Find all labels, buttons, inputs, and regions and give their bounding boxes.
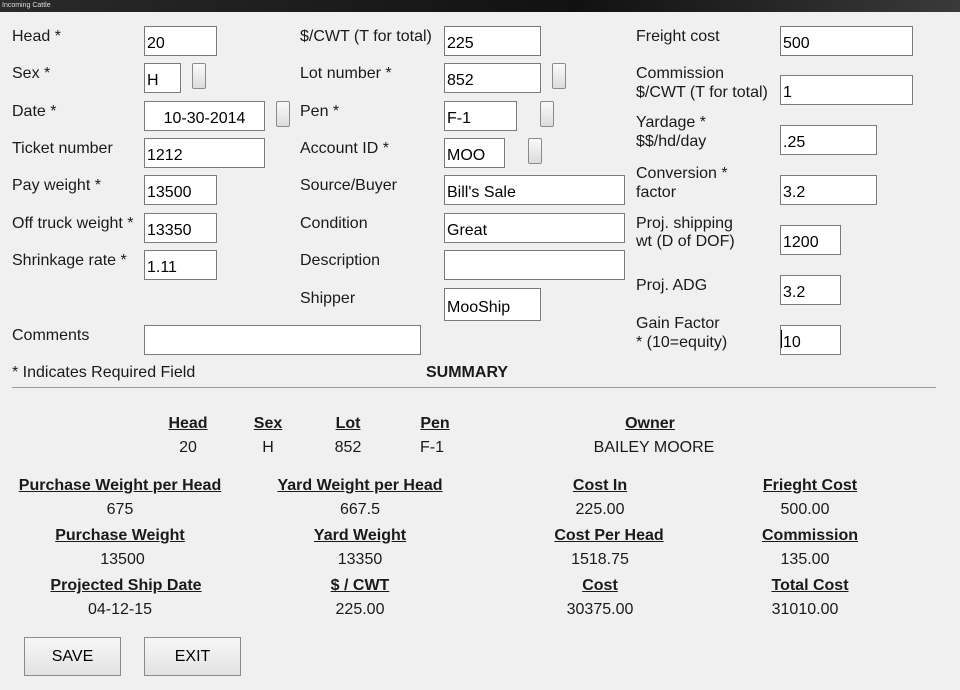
- yard-weight-value: 13350: [337, 551, 383, 568]
- conversion-factor-label-line2: factor: [636, 184, 677, 201]
- date-picker-button[interactable]: [276, 101, 290, 127]
- summary-lot-value: 852: [334, 439, 362, 456]
- date-input[interactable]: [144, 101, 265, 131]
- commission-input[interactable]: [780, 75, 913, 105]
- gain-factor-label-line1: Gain Factor: [636, 315, 720, 332]
- cost-header: Cost: [582, 577, 618, 594]
- head-label: Head *: [12, 28, 61, 45]
- conversion-factor-label-line1: Conversion *: [636, 165, 728, 182]
- summary-owner-header: Owner: [625, 415, 675, 432]
- total-cost-header: Total Cost: [771, 577, 849, 594]
- pen-label: Pen *: [300, 103, 340, 120]
- projected-ship-date-value: 04-12-15: [87, 601, 153, 618]
- proj-adg-label: Proj. ADG: [636, 277, 708, 294]
- summary-head-value: 20: [179, 439, 197, 456]
- cost-in-header: Cost In: [572, 477, 628, 494]
- head-input[interactable]: [144, 26, 217, 56]
- freight-cost-header: Frieght Cost: [762, 477, 858, 494]
- cwt-input[interactable]: [444, 26, 541, 56]
- lot-number-label: Lot number *: [300, 65, 392, 82]
- off-truck-weight-input[interactable]: [144, 213, 217, 243]
- shipper-input[interactable]: [444, 288, 541, 321]
- cwt-label: $/CWT (T for total): [300, 28, 432, 45]
- date-label: Date *: [12, 103, 57, 120]
- pen-input[interactable]: [444, 101, 517, 131]
- commission-value: 135.00: [780, 551, 830, 568]
- summary-sex-value: H: [262, 439, 274, 456]
- dollar-per-cwt-value: 225.00: [335, 601, 385, 618]
- sex-input[interactable]: [144, 63, 181, 93]
- off-truck-weight-label: Off truck weight *: [12, 215, 134, 232]
- commission-label-line2: $/CWT (T for total): [636, 84, 768, 101]
- ticket-number-label: Ticket number: [12, 140, 113, 157]
- total-cost-value: 31010.00: [771, 601, 839, 618]
- lot-number-dropdown-button[interactable]: [552, 63, 566, 89]
- gain-factor-label-line2: * (10=equity): [636, 334, 728, 351]
- comments-label: Comments: [12, 327, 90, 344]
- proj-adg-input[interactable]: [780, 275, 841, 305]
- commission-label-line1: Commission: [636, 65, 725, 82]
- required-field-note: * Indicates Required Field: [12, 364, 196, 381]
- conversion-factor-input[interactable]: [780, 175, 877, 205]
- sex-dropdown-button[interactable]: [192, 63, 206, 89]
- account-id-dropdown-button[interactable]: [528, 138, 542, 164]
- yardage-label-line1: Yardage *: [636, 114, 706, 131]
- freight-cost-input[interactable]: [780, 26, 913, 56]
- pen-dropdown-button[interactable]: [540, 101, 554, 127]
- shipper-label: Shipper: [300, 290, 356, 307]
- text-cursor: [781, 330, 782, 348]
- yardage-input[interactable]: [780, 125, 877, 155]
- shrinkage-rate-input[interactable]: [144, 250, 217, 280]
- purchase-weight-header: Purchase Weight: [55, 527, 185, 544]
- account-id-input[interactable]: [444, 138, 505, 168]
- summary-head-header: Head: [168, 415, 208, 432]
- pay-weight-input[interactable]: [144, 175, 217, 205]
- save-button[interactable]: SAVE: [24, 637, 121, 676]
- cost-per-head-value: 1518.75: [571, 551, 629, 568]
- account-id-label: Account ID *: [300, 140, 389, 157]
- cost-in-value: 225.00: [575, 501, 625, 518]
- gain-factor-input[interactable]: [780, 325, 841, 355]
- dollar-per-cwt-header: $ / CWT: [330, 577, 390, 594]
- yard-weight-header: Yard Weight: [313, 527, 407, 544]
- summary-lot-header: Lot: [335, 415, 361, 432]
- purchase-weight-per-head-header: Purchase Weight per Head: [18, 477, 222, 494]
- exit-button[interactable]: EXIT: [144, 637, 241, 676]
- freight-cost-value: 500.00: [780, 501, 830, 518]
- summary-owner-value: BAILEY MOORE: [593, 439, 715, 456]
- cost-value: 30375.00: [566, 601, 634, 618]
- comments-input[interactable]: [144, 325, 421, 355]
- summary-pen-value: F-1: [420, 439, 444, 456]
- proj-shipping-wt-label-line2: wt (D of DOF): [636, 233, 735, 250]
- description-label: Description: [300, 252, 381, 269]
- purchase-weight-per-head-value: 675: [106, 501, 134, 518]
- condition-input[interactable]: [444, 213, 625, 243]
- window-title: Incoming Cattle: [2, 2, 51, 9]
- window-titlebar: Incoming Cattle: [0, 0, 960, 12]
- projected-ship-date-header: Projected Ship Date: [50, 577, 202, 594]
- sex-label: Sex *: [12, 65, 51, 82]
- summary-sex-header: Sex: [253, 415, 283, 432]
- description-input[interactable]: [444, 250, 625, 280]
- summary-pen-header: Pen: [420, 415, 450, 432]
- source-buyer-input[interactable]: [444, 175, 625, 205]
- summary-divider: [12, 387, 936, 388]
- freight-cost-label: Freight cost: [636, 28, 720, 45]
- ticket-number-input[interactable]: [144, 138, 265, 168]
- purchase-weight-value: 13500: [100, 551, 145, 568]
- proj-shipping-wt-label-line1: Proj. shipping: [636, 215, 733, 232]
- source-buyer-label: Source/Buyer: [300, 177, 397, 194]
- condition-label: Condition: [300, 215, 368, 232]
- yard-weight-per-head-value: 667.5: [339, 501, 381, 518]
- yardage-label-line2: $$/hd/day: [636, 133, 707, 150]
- commission-header: Commission: [761, 527, 858, 544]
- pay-weight-label: Pay weight *: [12, 177, 101, 194]
- shrinkage-rate-label: Shrinkage rate *: [12, 252, 127, 269]
- cost-per-head-header: Cost Per Head: [554, 527, 664, 544]
- yard-weight-per-head-header: Yard Weight per Head: [277, 477, 443, 494]
- proj-shipping-wt-input[interactable]: [780, 225, 841, 255]
- summary-title: SUMMARY: [426, 364, 509, 381]
- lot-number-input[interactable]: [444, 63, 541, 93]
